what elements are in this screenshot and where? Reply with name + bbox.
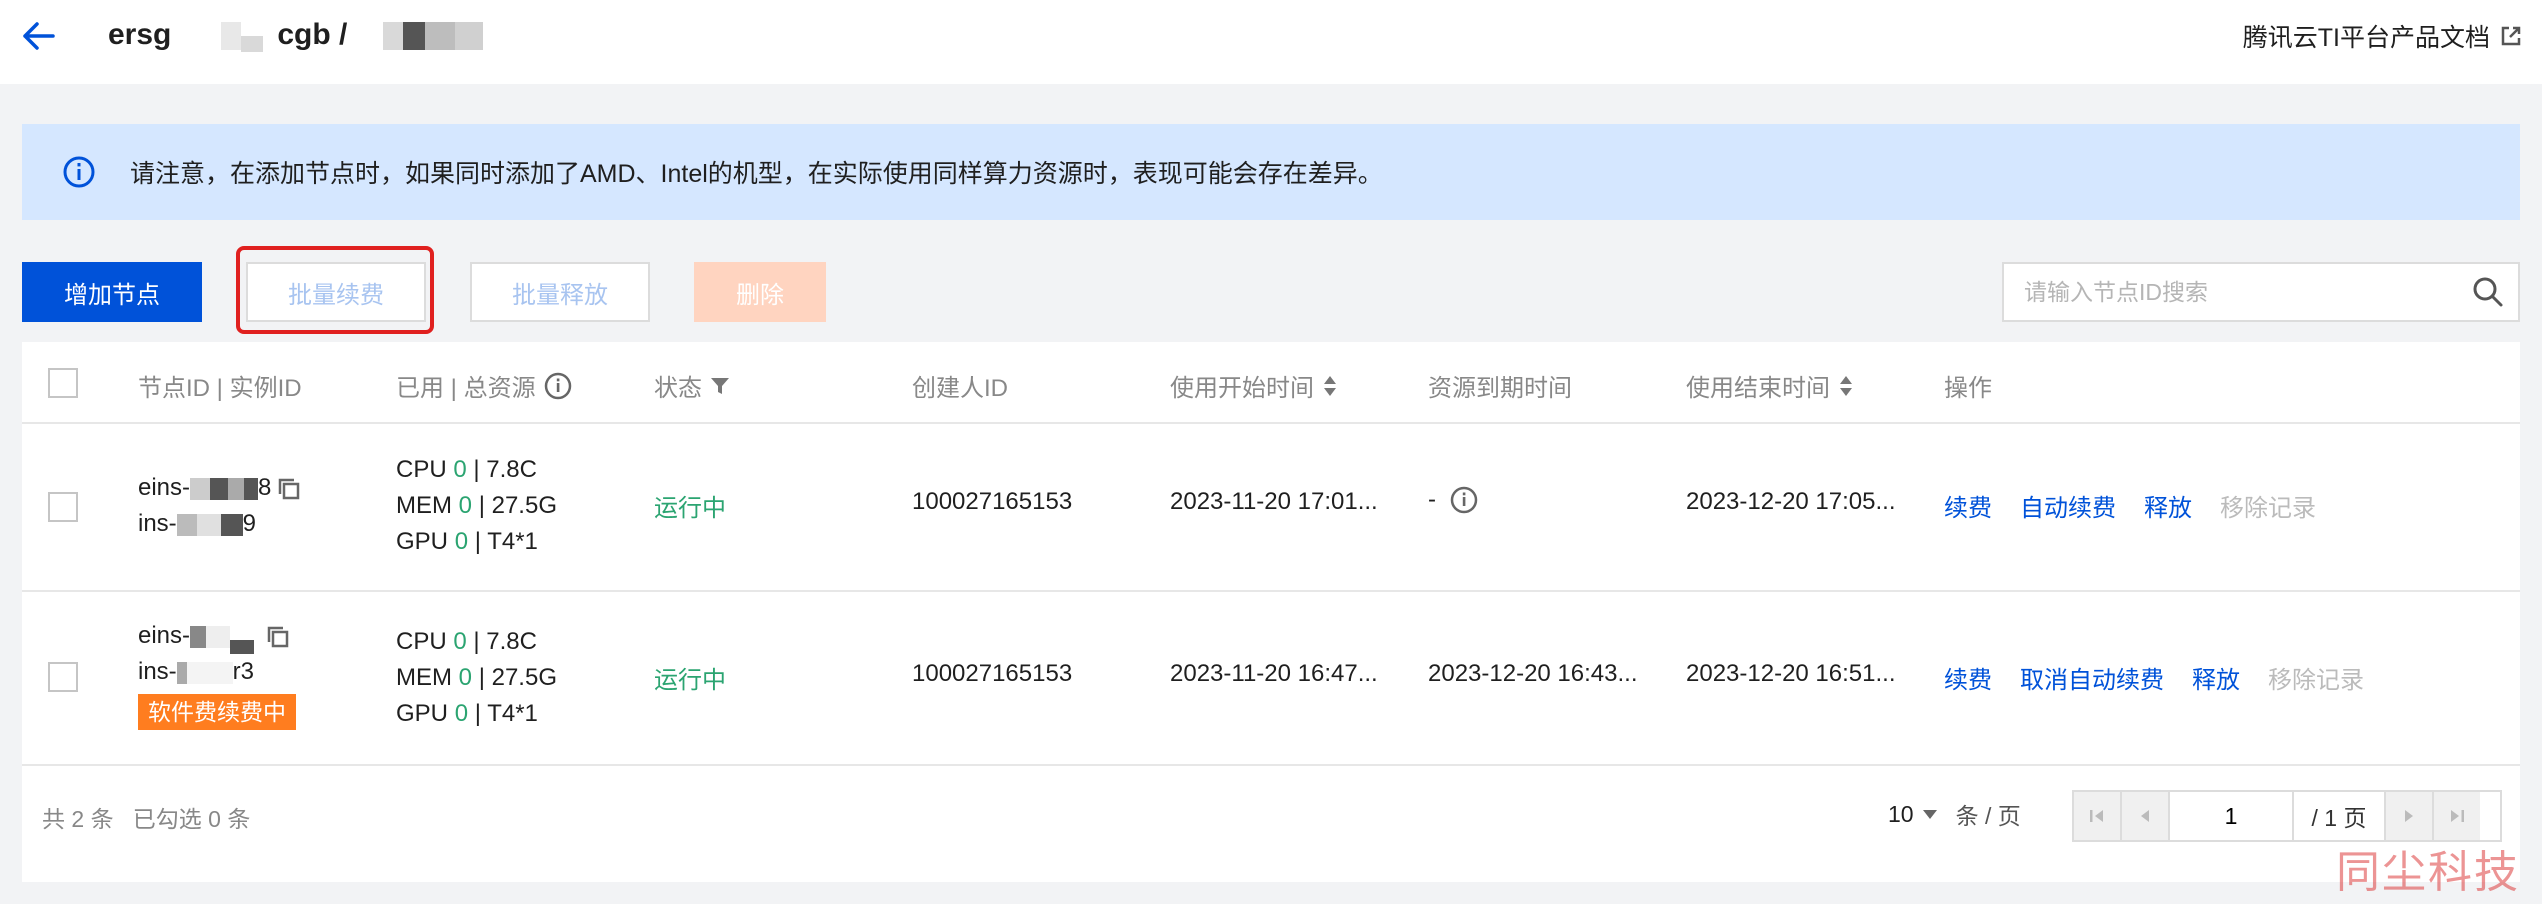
- renew-link[interactable]: 续费: [1944, 667, 1992, 694]
- batch-release-button[interactable]: 批量释放: [470, 262, 650, 322]
- remove-record-link[interactable]: 移除记录: [2268, 667, 2364, 694]
- row-checkbox[interactable]: [48, 492, 78, 522]
- status-badge: 运行中: [654, 667, 726, 694]
- prev-page-button[interactable]: [2122, 792, 2170, 840]
- sort-icon[interactable]: [1838, 375, 1854, 397]
- resources-cell: CPU 0 | 7.8C MEM 0 | 27.5G GPU 0 | T4*1: [396, 456, 557, 555]
- sort-icon[interactable]: [1322, 375, 1338, 397]
- first-page-button[interactable]: [2074, 792, 2122, 840]
- watermark: 同尘科技: [2336, 847, 2520, 898]
- copy-icon[interactable]: [277, 477, 301, 501]
- notice-text: 请注意，在添加节点时，如果同时添加了AMD、Intel的机型，在实际使用同样算力…: [130, 160, 1383, 188]
- page-size-selector[interactable]: 10 条 / 页: [1888, 788, 2021, 840]
- delete-button[interactable]: 删除: [694, 262, 826, 322]
- instance-id: ins-: [138, 510, 177, 537]
- expire-time: -: [1428, 486, 1478, 514]
- product-docs-link[interactable]: 腾讯云TI平台产品文档: [2243, 18, 2522, 54]
- node-id-cell: eins- ins-r3 软件费续费中: [138, 618, 296, 730]
- select-all-checkbox[interactable]: [48, 368, 78, 398]
- renew-link[interactable]: 续费: [1944, 495, 1992, 522]
- filter-icon[interactable]: [710, 376, 730, 396]
- page-title: ersg cgb /: [108, 18, 484, 52]
- expire-time: 2023-12-20 16:43...: [1428, 660, 1638, 687]
- copy-icon[interactable]: [266, 625, 290, 649]
- release-link[interactable]: 释放: [2144, 495, 2192, 522]
- node-id: eins-: [138, 622, 191, 649]
- external-link-icon: [2501, 26, 2521, 46]
- product-docs-label: 腾讯云TI平台产品文档: [2242, 24, 2490, 52]
- actions-cell: 续费 取消自动续费 释放 移除记录: [1944, 660, 2364, 695]
- caret-down-icon: [1922, 810, 1937, 819]
- end-time: 2023-12-20 16:51...: [1686, 660, 1896, 687]
- node-id: eins-: [138, 474, 191, 501]
- page-header: ersg cgb / 腾讯云TI平台产品文档: [0, 0, 2542, 84]
- redacted-block: [403, 22, 426, 51]
- back-button[interactable]: [16, 14, 60, 58]
- resources-cell: CPU 0 | 7.8C MEM 0 | 27.5G GPU 0 | T4*1: [396, 628, 557, 727]
- page-size-value: 10: [1888, 800, 1914, 827]
- table-row: eins- 8 ins- 9 CPU 0 | 7.8C MEM 0 | 27.5G …: [22, 424, 2520, 592]
- renewal-status-tag: 软件费续费中: [138, 694, 296, 730]
- start-time: 2023-11-20 16:47...: [1170, 660, 1378, 687]
- last-page-icon: [2451, 810, 2464, 822]
- column-status: 状态: [654, 368, 730, 403]
- creator-id: 100027165153: [912, 488, 1073, 515]
- column-resources: 已用 | 总资源: [396, 368, 572, 403]
- arrow-left-icon: [23, 22, 55, 50]
- next-page-button[interactable]: [2384, 792, 2432, 840]
- start-time: 2023-11-20 17:01...: [1170, 488, 1378, 515]
- instance-id: ins-: [138, 658, 177, 685]
- notice-banner: 请注意，在添加节点时，如果同时添加了AMD、Intel的机型，在实际使用同样算力…: [22, 124, 2520, 220]
- remove-record-link[interactable]: 移除记录: [2220, 495, 2316, 522]
- pagination: / 1 页: [2072, 790, 2502, 842]
- cancel-auto-renew-link[interactable]: 取消自动续费: [2020, 667, 2164, 694]
- page-size-suffix: 条 / 页: [1955, 803, 2021, 829]
- info-circle-icon[interactable]: [544, 372, 572, 400]
- info-icon: [62, 155, 96, 189]
- actions-cell: 续费 自动续费 释放 移除记录: [1944, 488, 2316, 523]
- node-search-input[interactable]: [2004, 264, 2458, 320]
- column-creator: 创建人ID: [912, 375, 1008, 402]
- last-page-button[interactable]: [2432, 792, 2480, 840]
- first-page-icon: [2090, 810, 2103, 822]
- node-search-box: [2002, 262, 2520, 322]
- status-badge: 运行中: [654, 495, 726, 522]
- node-table: 节点ID | 实例ID 已用 | 总资源 状态 创建人ID 使用开始时间 资源到…: [22, 342, 2520, 882]
- release-link[interactable]: 释放: [2192, 667, 2240, 694]
- column-node-id: 节点ID | 实例ID: [138, 375, 302, 402]
- creator-id: 100027165153: [912, 660, 1073, 687]
- page-number-input[interactable]: [2170, 792, 2294, 840]
- prev-page-icon: [2141, 810, 2149, 822]
- title-part-mid: cgb /: [277, 18, 348, 51]
- next-page-icon: [2405, 810, 2413, 822]
- search-icon[interactable]: [2458, 264, 2518, 320]
- info-circle-icon[interactable]: [1450, 486, 1478, 514]
- end-time: 2023-12-20 17:05...: [1686, 488, 1896, 515]
- auto-renew-link[interactable]: 自动续费: [2020, 495, 2116, 522]
- redacted-block: [241, 36, 264, 52]
- column-actions: 操作: [1944, 375, 1992, 402]
- title-part-start: ersg: [108, 18, 172, 51]
- column-start-time[interactable]: 使用开始时间: [1170, 368, 1338, 403]
- column-expire-time: 资源到期时间: [1428, 375, 1572, 402]
- total-pages: / 1 页: [2311, 805, 2367, 831]
- column-end-time[interactable]: 使用结束时间: [1686, 368, 1854, 403]
- table-row: eins- ins-r3 软件费续费中 CPU 0 | 7.8C MEM 0 |…: [22, 592, 2520, 766]
- add-node-button[interactable]: 增加节点: [22, 262, 202, 322]
- batch-renew-button[interactable]: 批量续费: [246, 262, 426, 322]
- table-header: 节点ID | 实例ID 已用 | 总资源 状态 创建人ID 使用开始时间 资源到…: [22, 342, 2520, 424]
- row-checkbox[interactable]: [48, 662, 78, 692]
- node-id-cell: eins- 8 ins- 9: [138, 470, 301, 542]
- selection-summary: 共 2 条 已勾选 0 条: [42, 806, 251, 832]
